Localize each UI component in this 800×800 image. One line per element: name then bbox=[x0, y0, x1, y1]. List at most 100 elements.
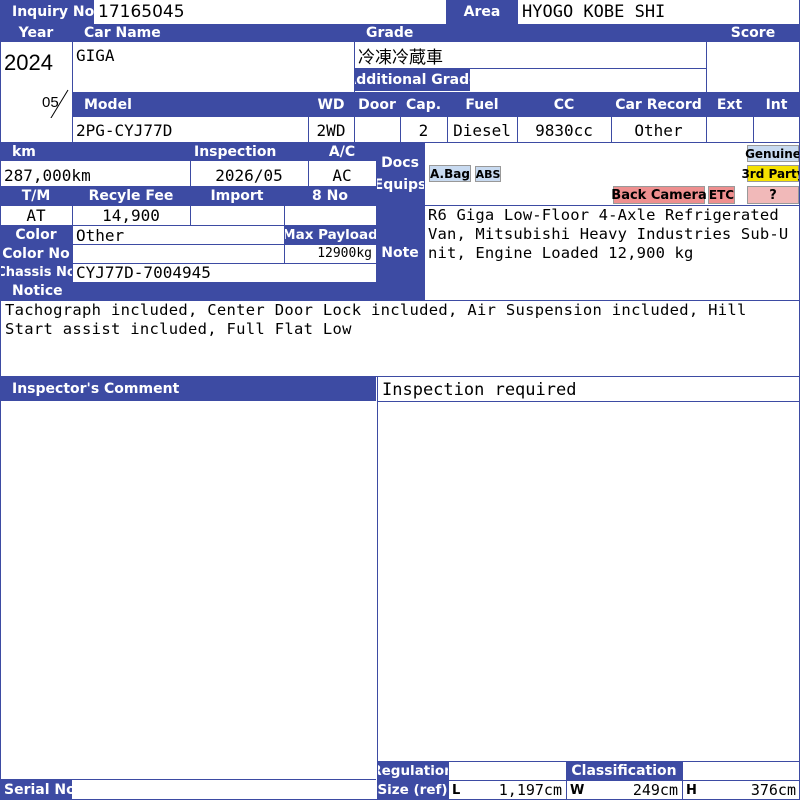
notice-label: Notice bbox=[0, 282, 376, 300]
grid-line bbox=[517, 117, 518, 142]
eight-no-label: 8 No bbox=[284, 187, 376, 205]
size-h-label: H bbox=[686, 782, 697, 798]
abs-badge: ABS bbox=[475, 166, 501, 182]
grid-line bbox=[377, 780, 800, 781]
grid-line bbox=[611, 117, 612, 142]
equips-label: Equips bbox=[376, 177, 424, 193]
inspector-comment-value bbox=[0, 402, 376, 757]
genuine-badge: Genuine bbox=[745, 145, 800, 162]
import-label: Import bbox=[190, 187, 284, 205]
grid-line bbox=[0, 300, 800, 301]
car-name-label: Car Name bbox=[72, 24, 354, 42]
grid-line bbox=[447, 117, 448, 142]
score-label: Score bbox=[706, 24, 800, 42]
km-label: km bbox=[0, 143, 190, 161]
inquiry-value: 17165045 bbox=[98, 2, 185, 22]
inspection-note-value: Inspection required bbox=[382, 380, 577, 400]
grid-line bbox=[0, 205, 800, 206]
additional-grade-value bbox=[470, 69, 706, 91]
grid-line bbox=[682, 761, 683, 800]
note-label: Note bbox=[376, 205, 424, 300]
inspection-label: Inspection bbox=[190, 143, 308, 161]
grid-line bbox=[448, 761, 449, 800]
month-value: 05 bbox=[42, 94, 59, 111]
grid-line bbox=[284, 205, 285, 263]
grid-line bbox=[566, 761, 567, 800]
etc-badge: ETC bbox=[708, 186, 735, 204]
grid-line bbox=[377, 761, 800, 762]
inspector-comment-label: Inspector's Comment bbox=[0, 377, 376, 401]
notice-value: Tachograph included, Center Door Lock in… bbox=[5, 301, 747, 338]
ext-label: Ext bbox=[706, 93, 753, 117]
wd-value: 2WD bbox=[316, 120, 346, 140]
import-value bbox=[190, 205, 284, 225]
int-value bbox=[753, 118, 800, 142]
max-payload-value: 12900kg bbox=[317, 246, 372, 261]
inquiry-label: Inquiry No bbox=[0, 0, 94, 24]
grid-line bbox=[72, 205, 73, 282]
grid-line bbox=[0, 263, 376, 264]
grid-line bbox=[72, 92, 800, 93]
grid-line bbox=[0, 24, 800, 25]
ac-label: A/C bbox=[308, 143, 376, 161]
color-no-label: Color No bbox=[0, 244, 72, 263]
additional-grade-label: Additional Grade bbox=[354, 69, 470, 91]
color-no-value bbox=[72, 244, 284, 263]
back-camera-badge: Back Camera bbox=[611, 186, 707, 204]
color-label: Color bbox=[0, 225, 72, 244]
door-label: Door bbox=[354, 93, 400, 117]
grid-line bbox=[0, 0, 1, 800]
grid-line bbox=[377, 376, 378, 800]
chassis-no-label: Chassis No bbox=[0, 263, 72, 282]
size-w-label: W bbox=[570, 782, 585, 798]
grid-line bbox=[0, 225, 376, 226]
grid-line bbox=[72, 42, 73, 142]
grid-line bbox=[376, 142, 377, 300]
auction-sheet: Inquiry No 17165045 Area HYOGO KOBE SHI … bbox=[0, 0, 800, 800]
recycle-fee-value: 14,900 bbox=[102, 205, 160, 225]
ext-value bbox=[706, 118, 753, 142]
grid-line bbox=[377, 401, 800, 402]
int-label: Int bbox=[753, 93, 800, 117]
model-label: Model bbox=[72, 93, 308, 117]
grade-label: Grade bbox=[354, 24, 706, 42]
grid-line bbox=[0, 186, 376, 187]
classification-value bbox=[682, 762, 800, 780]
color-value: Other bbox=[76, 225, 125, 245]
door-value bbox=[354, 118, 400, 142]
grid-line bbox=[354, 68, 706, 69]
note-value: R6 Giga Low-Floor 4-Axle Refrigerated Va… bbox=[428, 206, 789, 262]
grid-line bbox=[0, 779, 376, 780]
third-party-badge: 3rd Party bbox=[741, 165, 800, 182]
cc-label: CC bbox=[517, 93, 611, 117]
car-record-label: Car Record bbox=[611, 93, 706, 117]
year-value: 2024 bbox=[4, 50, 53, 75]
grid-line bbox=[424, 142, 425, 300]
docs-equips-label: Docs Equips bbox=[376, 143, 424, 205]
eight-no-value bbox=[284, 205, 376, 225]
size-h-value: 376cm bbox=[750, 781, 796, 799]
grid-line bbox=[308, 161, 309, 187]
area-value: HYOGO KOBE SHI bbox=[522, 2, 666, 22]
size-w-value: 249cm bbox=[632, 781, 678, 799]
car-name-value: GIGA bbox=[76, 46, 115, 65]
ac-value: AC bbox=[332, 165, 352, 185]
fuel-label: Fuel bbox=[447, 93, 517, 117]
airbag-badge: A.Bag bbox=[429, 165, 471, 182]
tm-label: T/M bbox=[0, 187, 72, 205]
size-l-label: L bbox=[452, 782, 461, 798]
tm-value: AT bbox=[26, 205, 46, 225]
serial-no-label: Serial No bbox=[0, 780, 72, 800]
serial-no-value bbox=[72, 780, 376, 800]
chassis-no-value: CYJ77D-7004945 bbox=[76, 263, 211, 282]
regulation-value bbox=[448, 762, 566, 780]
grid-line bbox=[706, 42, 707, 142]
inspection-value: 2026/05 bbox=[215, 165, 283, 185]
size-l-value: 1,197cm bbox=[498, 781, 562, 799]
docs-label: Docs bbox=[381, 155, 419, 171]
grid-line bbox=[354, 42, 355, 92]
cap-value: 2 bbox=[418, 120, 429, 140]
grade-value: 冷凍冷蔵車 bbox=[358, 47, 443, 68]
grid-line bbox=[0, 244, 376, 245]
grid-line bbox=[190, 161, 191, 187]
